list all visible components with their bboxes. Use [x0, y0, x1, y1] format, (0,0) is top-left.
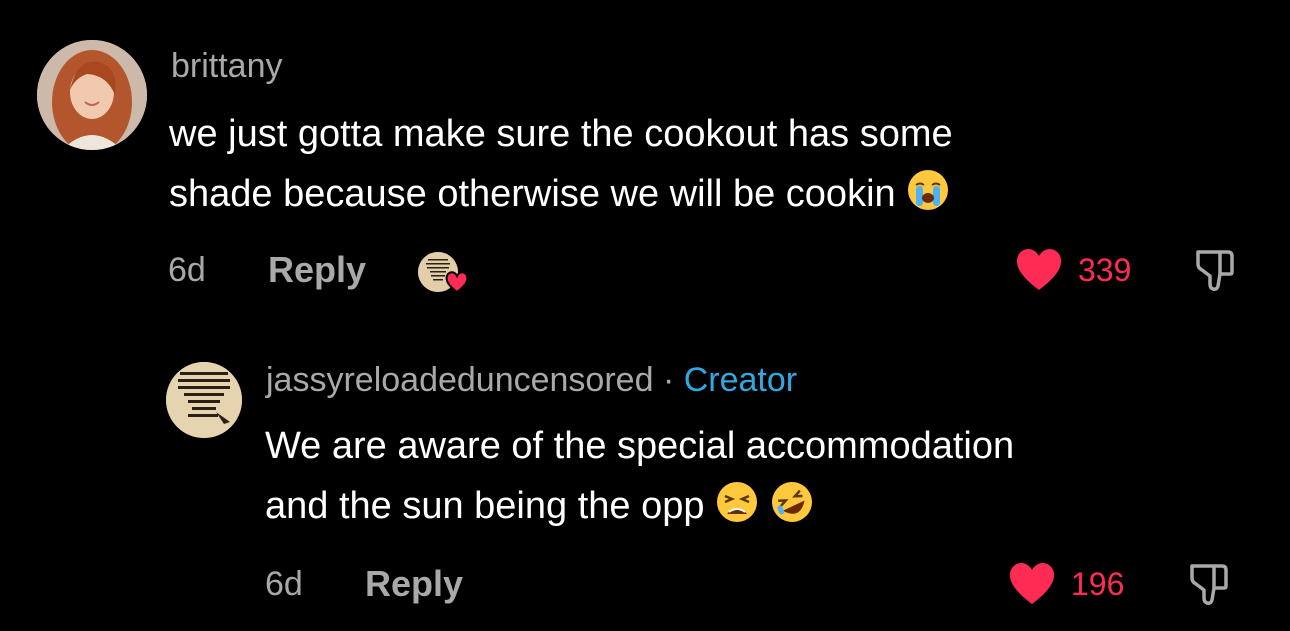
profile-photo-icon — [37, 40, 147, 150]
weary-face-icon — [715, 480, 759, 542]
comment-1: brittany we just gotta make sure the coo… — [0, 0, 1290, 320]
like-count: 196 — [1071, 566, 1125, 602]
dislike-icon[interactable] — [1192, 246, 1236, 294]
comment-time: 6d — [168, 251, 206, 289]
user-avatar[interactable] — [37, 40, 147, 150]
comment-text-line-1: we just gotta make sure the cookout has … — [169, 113, 953, 155]
reply-text-line-2-text: and the sun being the opp — [265, 485, 705, 527]
comment-username[interactable]: brittany — [171, 46, 283, 86]
creator-avatar[interactable] — [166, 362, 242, 438]
rolling-on-floor-laughing-icon — [770, 480, 814, 542]
loudly-crying-face-icon — [906, 168, 950, 230]
reply-username-row: jassyreloadeduncensored · Creator — [266, 360, 797, 400]
comment-2: jassyreloadeduncensored · Creator We are… — [0, 320, 1290, 631]
reply-text-line-1: We are aware of the special accommodatio… — [265, 425, 1015, 467]
comment-text-line-2: shade because otherwise we will be cooki… — [169, 164, 950, 230]
creator-liked-badge — [418, 252, 470, 296]
username-separator: · — [662, 361, 675, 399]
reply-button[interactable]: Reply — [365, 564, 463, 604]
reply-username[interactable]: jassyreloadeduncensored — [266, 361, 653, 399]
reply-button[interactable]: Reply — [268, 250, 366, 290]
like-heart-icon[interactable] — [1013, 246, 1065, 292]
like-count: 339 — [1078, 252, 1132, 288]
quote-image-icon — [166, 362, 242, 438]
heart-badge-icon — [445, 271, 469, 294]
creator-badge: Creator — [683, 361, 798, 399]
reply-text-line-2: and the sun being the opp — [265, 476, 814, 542]
reply-time: 6d — [265, 565, 303, 603]
like-heart-icon[interactable] — [1006, 560, 1058, 606]
comment-text-line-2-text: shade because otherwise we will be cooki… — [169, 173, 896, 215]
dislike-icon[interactable] — [1186, 560, 1230, 608]
